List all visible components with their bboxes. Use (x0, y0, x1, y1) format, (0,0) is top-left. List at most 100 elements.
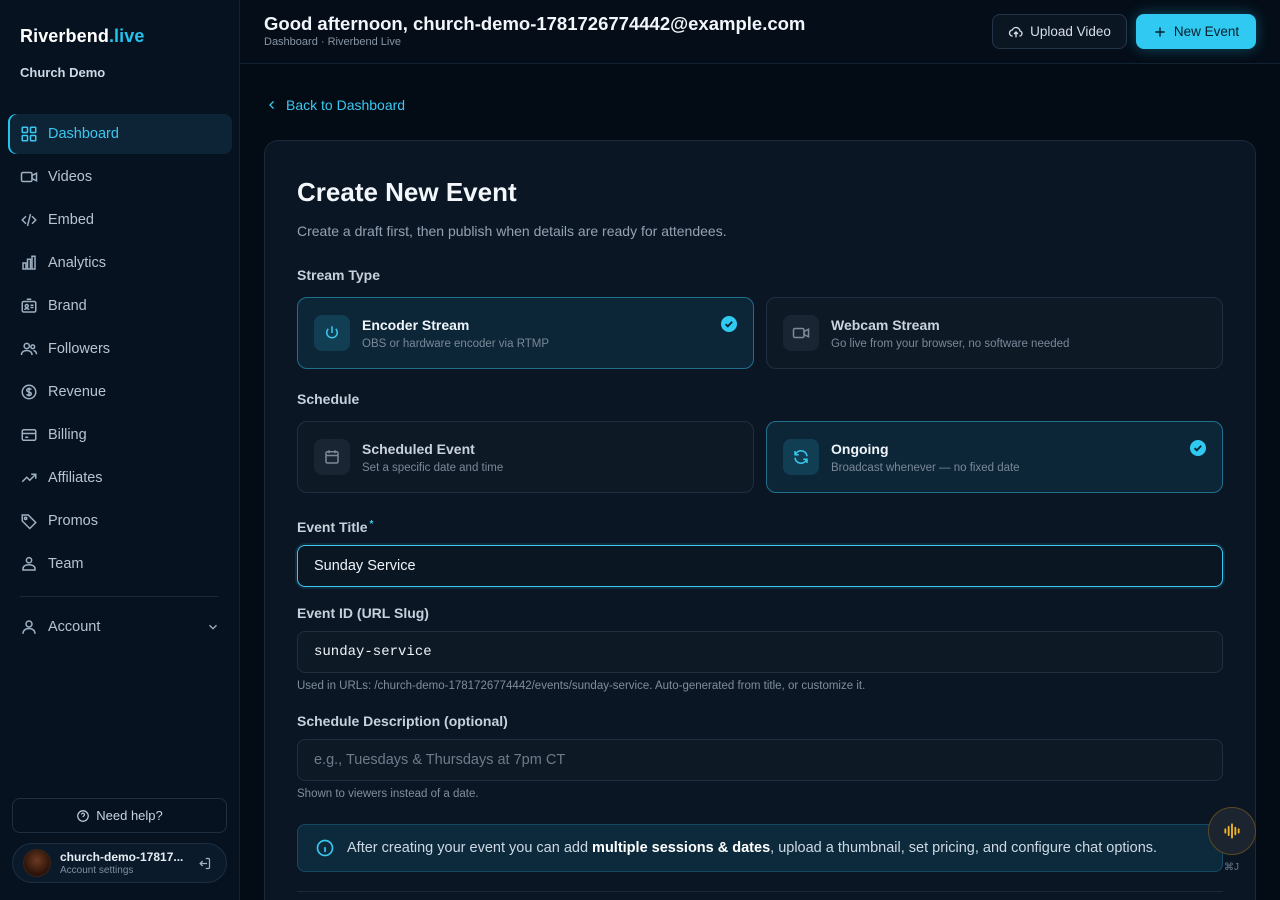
power-icon (314, 315, 350, 351)
schedule-description-label: Schedule Description (optional) (297, 713, 508, 729)
org-name: Church Demo (20, 65, 106, 80)
sidebar-item-affiliates[interactable]: Affiliates (8, 458, 232, 498)
option-title: Scheduled Event (362, 440, 475, 457)
ongoing-option[interactable]: Ongoing Broadcast whenever — no fixed da… (766, 421, 1223, 493)
new-event-label: New Event (1173, 24, 1240, 39)
event-title-label: Event Title * (297, 519, 373, 535)
sidebar-item-team[interactable]: Team (8, 544, 232, 584)
info-suffix: , upload a thumbnail, set pricing, and c… (770, 840, 1158, 856)
sidebar-item-promos[interactable]: Promos (8, 501, 232, 541)
option-description: OBS or hardware encoder via RTMP (362, 337, 550, 350)
user-name: church-demo-17817... (60, 850, 184, 864)
event-id-input[interactable]: sunday-service (297, 631, 1223, 673)
schedule-description-hint: Shown to viewers instead of a date. (297, 788, 479, 800)
check-circle-icon (721, 316, 737, 332)
video-icon (20, 168, 38, 186)
info-banner: After creating your event you can add mu… (297, 824, 1223, 872)
logout-icon[interactable] (197, 856, 212, 871)
sidebar-nav: Dashboard Videos Embed Analytics Brand F… (8, 114, 232, 587)
sidebar-item-billing[interactable]: Billing (8, 415, 232, 455)
top-header: Good afternoon, church-demo-178172677444… (240, 0, 1280, 64)
sidebar-item-account[interactable]: Account (8, 607, 232, 647)
event-id-hint: Used in URLs: /church-demo-1781726774442… (297, 680, 866, 692)
new-event-button[interactable]: New Event (1136, 14, 1256, 49)
event-title-value: Sunday Service (314, 558, 416, 574)
sidebar-item-revenue[interactable]: Revenue (8, 372, 232, 412)
brand-icon (20, 297, 38, 315)
need-help-label: Need help? (96, 808, 163, 823)
check-circle-icon (1190, 440, 1206, 456)
cloud-upload-icon (1008, 24, 1024, 40)
upload-video-button[interactable]: Upload Video (992, 14, 1127, 49)
sidebar-item-label: Revenue (48, 384, 107, 400)
refresh-icon (783, 439, 819, 475)
webcam-stream-option[interactable]: Webcam Stream Go live from your browser,… (766, 297, 1223, 369)
sidebar-item-embed[interactable]: Embed (8, 200, 232, 240)
brand-accent: .live (108, 26, 145, 46)
scheduled-event-option[interactable]: Scheduled Event Set a specific date and … (297, 421, 754, 493)
sidebar-item-label: Embed (48, 212, 94, 228)
event-title-label-text: Event Title (297, 519, 368, 535)
need-help-button[interactable]: Need help? (12, 798, 227, 833)
option-description: Broadcast whenever — no fixed date (831, 461, 1020, 474)
sidebar-item-label: Account (48, 619, 101, 635)
avatar (23, 849, 51, 877)
sidebar-item-label: Affiliates (48, 470, 103, 486)
page-title: Create New Event (297, 177, 517, 207)
upload-video-label: Upload Video (1030, 24, 1111, 39)
info-icon (315, 838, 335, 858)
sidebar-item-label: Team (48, 556, 84, 572)
back-to-dashboard-link[interactable]: Back to Dashboard (266, 97, 405, 113)
account-settings-label: Account settings (60, 865, 134, 876)
sidebar-item-label: Promos (48, 513, 98, 529)
option-description: Go live from your browser, no software n… (831, 337, 1070, 350)
chevron-left-icon (266, 99, 278, 111)
stream-type-label: Stream Type (297, 267, 380, 283)
user-account-card[interactable]: church-demo-17817... Account settings (12, 843, 227, 883)
option-title: Ongoing (831, 440, 889, 457)
event-id-value: sunday-service (314, 644, 432, 660)
card-divider (297, 891, 1223, 892)
event-id-label: Event ID (URL Slug) (297, 605, 429, 621)
option-title: Encoder Stream (362, 316, 470, 333)
sidebar-item-analytics[interactable]: Analytics (8, 243, 232, 283)
sidebar-item-videos[interactable]: Videos (8, 157, 232, 197)
calendar-icon (314, 439, 350, 475)
sidebar-item-label: Dashboard (48, 126, 119, 142)
video-icon (783, 315, 819, 351)
option-title: Webcam Stream (831, 316, 940, 333)
credit-card-icon (20, 426, 38, 444)
info-bold: multiple sessions & dates (592, 840, 771, 856)
sidebar-item-label: Videos (48, 169, 93, 185)
sidebar-item-label: Brand (48, 298, 87, 314)
brand-logo[interactable]: Riverbend.live (20, 26, 144, 47)
sidebar: Riverbend.live Church Demo Dashboard Vid… (0, 0, 240, 900)
back-link-label: Back to Dashboard (286, 97, 406, 113)
sidebar-item-label: Followers (48, 341, 111, 357)
sidebar-item-dashboard[interactable]: Dashboard (8, 114, 232, 154)
schedule-label: Schedule (297, 391, 360, 407)
dollar-icon (20, 383, 38, 401)
option-description: Set a specific date and time (362, 461, 504, 474)
create-event-card: Create New Event Create a draft first, t… (264, 140, 1256, 900)
code-icon (20, 211, 38, 229)
help-circle-icon (76, 809, 90, 823)
sidebar-item-followers[interactable]: Followers (8, 329, 232, 369)
bar-chart-icon (20, 254, 38, 272)
user-icon (20, 618, 38, 636)
tag-icon (20, 512, 38, 530)
info-text: After creating your event you can add mu… (347, 840, 1157, 856)
sidebar-item-label: Billing (48, 427, 87, 443)
schedule-description-input[interactable]: e.g., Tuesdays & Thursdays at 7pm CT (297, 739, 1223, 781)
voice-assistant-button[interactable] (1208, 807, 1256, 855)
encoder-stream-option[interactable]: Encoder Stream OBS or hardware encoder v… (297, 297, 754, 369)
sidebar-item-label: Analytics (48, 255, 107, 271)
page-subtitle: Create a draft first, then publish when … (297, 223, 727, 239)
plus-icon (1153, 25, 1167, 39)
users-icon (20, 340, 38, 358)
chevron-down-icon (206, 620, 220, 634)
trending-icon (20, 469, 38, 487)
event-title-input[interactable]: Sunday Service (297, 545, 1223, 587)
sidebar-item-brand[interactable]: Brand (8, 286, 232, 326)
brand-name: Riverbend (20, 26, 109, 46)
